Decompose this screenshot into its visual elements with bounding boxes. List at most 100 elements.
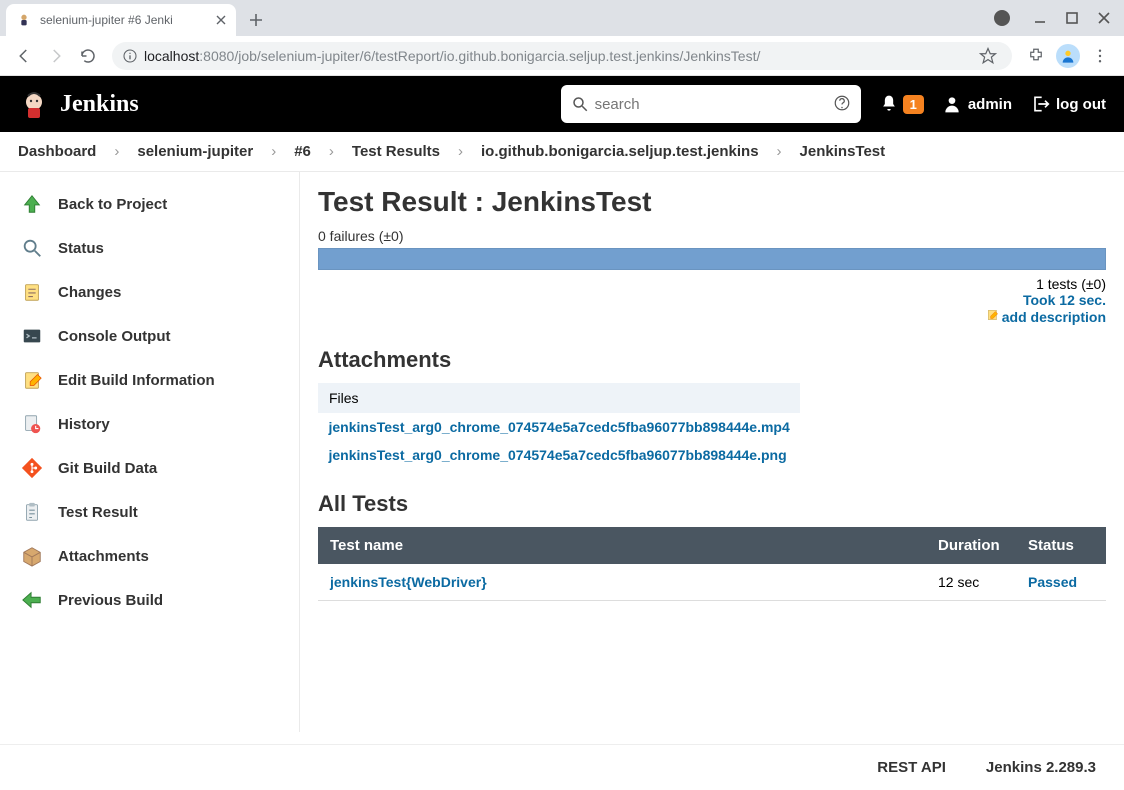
nav-forward-button[interactable] [42, 42, 70, 70]
add-description-label: add description [1002, 309, 1106, 325]
sidebar-item-label: Attachments [58, 548, 149, 565]
sidebar-item-console-output[interactable]: Console Output [0, 314, 299, 358]
table-row: jenkinsTest{WebDriver} 12 sec Passed [318, 564, 1106, 601]
sidebar-item-edit-build-information[interactable]: Edit Build Information [0, 358, 299, 402]
jenkins-version-text: Jenkins 2.289.3 [986, 759, 1096, 776]
breadcrumb-item[interactable]: io.github.bonigarcia.seljup.test.jenkins [481, 143, 759, 160]
window-maximize-button[interactable] [1060, 6, 1084, 30]
table-row: jenkinsTest_arg0_chrome_074574e5a7cedc5f… [319, 413, 800, 442]
favicon-icon [16, 12, 32, 28]
sidebar: Back to Project Status Changes Console O… [0, 172, 300, 732]
sidebar-item-label: Changes [58, 284, 121, 301]
test-name-link[interactable]: jenkinsTest{WebDriver} [330, 574, 487, 590]
chevron-right-icon: › [777, 143, 782, 160]
chevron-right-icon: › [329, 143, 334, 160]
attachments-table: Files jenkinsTest_arg0_chrome_074574e5a7… [318, 383, 800, 469]
chevron-right-icon: › [271, 143, 276, 160]
logout-button[interactable]: log out [1030, 94, 1106, 114]
notifications-button[interactable]: 1 [879, 94, 924, 114]
search-box[interactable] [561, 85, 861, 123]
rest-api-link[interactable]: REST API [877, 759, 946, 776]
attachment-link[interactable]: jenkinsTest_arg0_chrome_074574e5a7cedc5f… [329, 419, 790, 435]
extensions-icon[interactable] [1022, 42, 1050, 70]
notepad-icon [20, 280, 44, 304]
clipboard-icon [20, 500, 44, 524]
col-test-name[interactable]: Test name [318, 527, 926, 564]
user-menu[interactable]: admin [942, 94, 1012, 114]
sidebar-item-git-build-data[interactable]: Git Build Data [0, 446, 299, 490]
search-input[interactable] [595, 96, 833, 113]
jenkins-logo[interactable]: Jenkins [18, 88, 139, 120]
breadcrumb-item[interactable]: selenium-jupiter [137, 143, 253, 160]
browser-menu-icon[interactable] [1086, 42, 1114, 70]
tests-table: Test name Duration Status jenkinsTest{We… [318, 527, 1106, 601]
sidebar-item-label: History [58, 416, 110, 433]
incognito-indicator-icon [990, 6, 1014, 30]
new-tab-button[interactable] [242, 6, 270, 34]
table-row: jenkinsTest_arg0_chrome_074574e5a7cedc5f… [319, 441, 800, 469]
sidebar-item-label: Console Output [58, 328, 171, 345]
jenkins-logo-icon [18, 88, 50, 120]
sidebar-item-label: Test Result [58, 504, 138, 521]
up-arrow-icon [20, 192, 44, 216]
chevron-right-icon: › [458, 143, 463, 160]
sidebar-item-status[interactable]: Status [0, 226, 299, 270]
test-progress-bar [318, 248, 1106, 270]
brand-label: Jenkins [60, 91, 139, 118]
attachment-link[interactable]: jenkinsTest_arg0_chrome_074574e5a7cedc5f… [329, 447, 787, 463]
left-arrow-icon [20, 588, 44, 612]
git-icon [20, 456, 44, 480]
history-icon [20, 412, 44, 436]
profile-avatar[interactable] [1054, 42, 1082, 70]
pencil-icon [986, 308, 1000, 325]
took-text: Took 12 sec. [318, 292, 1106, 308]
tab-title: selenium-jupiter #6 Jenki [40, 13, 208, 27]
sidebar-item-label: Previous Build [58, 592, 163, 609]
edit-notepad-icon [20, 368, 44, 392]
sidebar-item-label: Git Build Data [58, 460, 157, 477]
terminal-icon [20, 324, 44, 348]
add-description-link[interactable]: add description [986, 308, 1106, 325]
logout-icon [1030, 94, 1050, 114]
failures-text: 0 failures (±0) [318, 228, 1106, 244]
site-info-icon[interactable] [122, 48, 138, 64]
col-status[interactable]: Status [1016, 527, 1106, 564]
address-bar[interactable]: localhost:8080/job/selenium-jupiter/6/te… [112, 42, 1012, 70]
test-duration: 12 sec [926, 564, 1016, 601]
window-minimize-button[interactable] [1028, 6, 1052, 30]
breadcrumb-item[interactable]: Dashboard [18, 143, 96, 160]
package-icon [20, 544, 44, 568]
nav-reload-button[interactable] [74, 42, 102, 70]
breadcrumb: Dashboard › selenium-jupiter › #6 › Test Re… [0, 132, 1124, 172]
sidebar-item-test-result[interactable]: Test Result [0, 490, 299, 534]
nav-back-button[interactable] [10, 42, 38, 70]
user-icon [942, 94, 962, 114]
tab-close-icon[interactable] [216, 12, 226, 28]
breadcrumb-item[interactable]: #6 [294, 143, 311, 160]
sidebar-item-back-to-project[interactable]: Back to Project [0, 182, 299, 226]
breadcrumb-item[interactable]: Test Results [352, 143, 440, 160]
sidebar-item-history[interactable]: History [0, 402, 299, 446]
breadcrumb-item[interactable]: JenkinsTest [800, 143, 886, 160]
magnifier-icon [20, 236, 44, 260]
url-text: localhost:8080/job/selenium-jupiter/6/te… [144, 48, 760, 64]
sidebar-item-changes[interactable]: Changes [0, 270, 299, 314]
attachments-col-header: Files [319, 384, 800, 413]
sidebar-item-label: Back to Project [58, 196, 167, 213]
bell-icon [879, 94, 899, 114]
bookmark-icon[interactable] [974, 42, 1002, 70]
test-status-link[interactable]: Passed [1028, 574, 1077, 590]
sidebar-item-previous-build[interactable]: Previous Build [0, 578, 299, 622]
attachments-heading: Attachments [318, 347, 1106, 373]
sidebar-item-label: Status [58, 240, 104, 257]
col-duration[interactable]: Duration [926, 527, 1016, 564]
tests-count-text: 1 tests (±0) [318, 276, 1106, 292]
search-help-icon[interactable] [833, 94, 851, 115]
window-close-button[interactable] [1092, 6, 1116, 30]
page-title: Test Result : JenkinsTest [318, 186, 1106, 218]
sidebar-item-label: Edit Build Information [58, 372, 215, 389]
browser-tab[interactable]: selenium-jupiter #6 Jenki [6, 4, 236, 36]
search-icon [571, 95, 589, 113]
all-tests-heading: All Tests [318, 491, 1106, 517]
sidebar-item-attachments[interactable]: Attachments [0, 534, 299, 578]
